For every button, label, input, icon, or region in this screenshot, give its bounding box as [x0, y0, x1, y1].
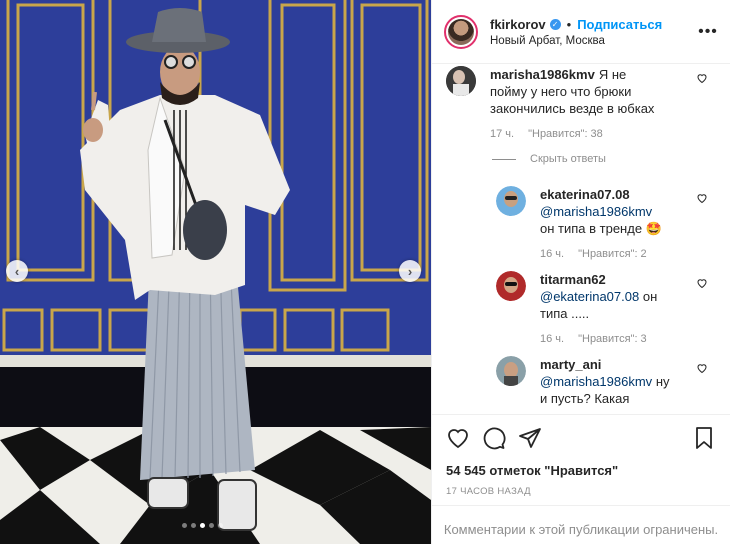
like-heart-icon[interactable] [446, 426, 470, 450]
comments-restricted-notice: Комментарии к этой публикации ограничены… [432, 505, 730, 537]
post-location[interactable]: Новый Арбат, Москва [490, 35, 698, 47]
carousel-dot [182, 523, 187, 528]
follow-button[interactable]: Подписаться [577, 17, 662, 32]
comment-username[interactable]: marisha1986kmv [490, 67, 595, 82]
comments-list[interactable]: marisha1986kmv Я не пойму у него что брюк… [432, 64, 730, 410]
carousel-dot [191, 523, 196, 528]
share-send-icon[interactable] [518, 426, 542, 450]
commenter-avatar[interactable] [496, 186, 526, 216]
comment-mention[interactable]: @marisha1986kmv [540, 204, 652, 219]
comment-likes[interactable]: "Нравится": 38 [528, 126, 603, 143]
bookmark-save-icon[interactable] [692, 426, 716, 450]
comment: marisha1986kmv Я не пойму у него что брюк… [446, 66, 730, 143]
photo-illustration [0, 0, 431, 544]
more-options-icon[interactable]: ••• [698, 23, 718, 41]
comment-mention[interactable]: @ekaterina07.08 [540, 289, 639, 304]
post-header: fkirkorov ✓ • Подписаться Новый Арбат, М… [432, 0, 730, 64]
author-avatar[interactable] [444, 14, 478, 49]
hide-replies-button[interactable]: Скрыть ответы [492, 153, 606, 165]
post-photo[interactable]: ‹ › [0, 0, 431, 544]
chevron-left-icon: ‹ [14, 263, 20, 279]
comment-username[interactable]: titarman62 [540, 272, 606, 287]
like-comment-heart-icon[interactable] [696, 72, 708, 84]
carousel-next-button[interactable]: › [399, 260, 421, 282]
comment-time[interactable]: 16 ч. [540, 246, 564, 263]
comment-text: он типа в тренде 🤩 [540, 221, 662, 236]
comment-reply: titarman62 @ekaterina07.08 он типа .....… [496, 271, 730, 348]
comment-username[interactable]: ekaterina07.08 [540, 187, 630, 202]
post-side-panel: fkirkorov ✓ • Подписаться Новый Арбат, М… [431, 0, 730, 544]
commenter-avatar[interactable] [496, 271, 526, 301]
comment-likes[interactable]: "Нравится": 3 [578, 331, 647, 348]
separator-dot: • [566, 16, 572, 32]
comment-username[interactable]: marty_ani [540, 357, 601, 372]
carousel-dot [218, 523, 223, 528]
commenter-avatar[interactable] [446, 66, 476, 96]
chevron-right-icon: › [407, 263, 413, 279]
comment-time[interactable]: 17 ч. [490, 126, 514, 143]
comment-reply: ekaterina07.08 @marisha1986kmv он типа в… [496, 186, 730, 263]
comment-mention[interactable]: @marisha1986kmv [540, 374, 652, 389]
like-comment-heart-icon[interactable] [696, 192, 708, 204]
carousel-dots [182, 523, 223, 528]
carousel-dot [200, 523, 205, 528]
commenter-avatar[interactable] [496, 356, 526, 386]
post-actions: 54 545 отметок "Нравится" 17 часов назад… [432, 414, 730, 544]
like-comment-heart-icon[interactable] [696, 362, 708, 374]
comment-reply: marty_ani @marisha1986kmv ну и пусть? Ка… [496, 356, 730, 410]
carousel-prev-button[interactable]: ‹ [6, 260, 28, 282]
comment-likes[interactable]: "Нравится": 2 [578, 246, 647, 263]
author-username[interactable]: fkirkorov [490, 17, 546, 32]
likes-count[interactable]: 54 545 отметок "Нравится" [446, 463, 716, 478]
post-timestamp[interactable]: 17 часов назад [446, 486, 716, 497]
carousel-dot [209, 523, 214, 528]
comment-bubble-icon[interactable] [482, 426, 506, 450]
comment-time[interactable]: 16 ч. [540, 331, 564, 348]
like-comment-heart-icon[interactable] [696, 277, 708, 289]
verified-badge-icon: ✓ [549, 18, 561, 30]
